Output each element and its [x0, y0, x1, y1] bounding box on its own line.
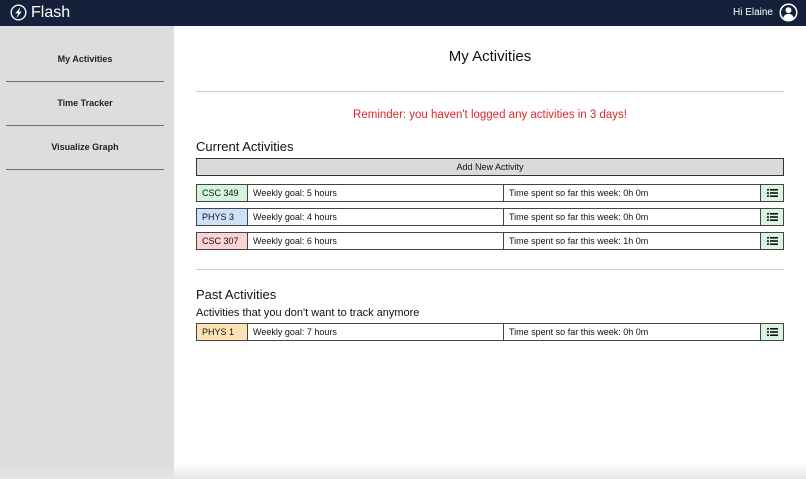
activity-menu-button[interactable]	[761, 185, 783, 201]
current-activities-title: Current Activities	[196, 139, 294, 154]
sidebar-item-visualize-graph[interactable]: Visualize Graph	[6, 126, 164, 170]
sidebar-item-label: My Activities	[57, 54, 113, 64]
activity-time-spent: Time spent so far this week: 0h 0m	[504, 185, 761, 201]
activity-goal: Weekly goal: 5 hours	[248, 185, 504, 201]
bottom-shadow	[0, 463, 806, 479]
top-navbar: Flash Hi Elaine	[0, 0, 806, 26]
past-activities-title: Past Activities	[196, 287, 277, 302]
reminder-message: Reminder: you haven't logged any activit…	[353, 109, 627, 121]
divider	[196, 91, 784, 92]
activity-time-spent: Time spent so far this week: 1h 0m	[504, 233, 761, 249]
activity-goal: Weekly goal: 4 hours	[248, 209, 504, 225]
sidebar-item-my-activities[interactable]: My Activities	[6, 38, 164, 82]
add-new-activity-button[interactable]: Add New Activity	[196, 158, 784, 176]
activity-menu-button[interactable]	[761, 324, 783, 340]
user-greeting: Hi Elaine	[732, 7, 773, 18]
page-title: My Activities	[448, 48, 532, 65]
sidebar-item-label: Visualize Graph	[51, 142, 119, 152]
list-icon	[767, 237, 778, 245]
activity-menu-button[interactable]	[761, 233, 783, 249]
sidebar-item-time-tracker[interactable]: Time Tracker	[6, 82, 164, 126]
activity-goal: Weekly goal: 6 hours	[248, 233, 504, 249]
past-activities-subtitle: Activities that you don't want to track …	[196, 307, 420, 319]
activity-time-spent: Time spent so far this week: 0h 0m	[504, 209, 761, 225]
app-brand[interactable]: Flash	[31, 3, 70, 23]
activity-name[interactable]: CSC 307	[197, 233, 248, 249]
main-content: My Activities Reminder: you haven't logg…	[174, 26, 806, 479]
activity-menu-button[interactable]	[761, 209, 783, 225]
activity-row: PHYS 1 Weekly goal: 7 hours Time spent s…	[196, 323, 784, 341]
sidebar: My Activities Time Tracker Visualize Gra…	[0, 26, 174, 479]
list-icon	[767, 213, 778, 221]
activity-name[interactable]: CSC 349	[197, 185, 248, 201]
activity-row: CSC 349 Weekly goal: 5 hours Time spent …	[196, 184, 784, 202]
activity-time-spent: Time spent so far this week: 0h 0m	[504, 324, 761, 340]
list-icon	[767, 189, 778, 197]
sidebar-item-label: Time Tracker	[57, 98, 113, 108]
list-icon	[767, 328, 778, 336]
lightning-bolt-icon[interactable]	[10, 4, 27, 21]
activity-goal: Weekly goal: 7 hours	[248, 324, 504, 340]
activity-row: PHYS 3 Weekly goal: 4 hours Time spent s…	[196, 208, 784, 226]
user-avatar-icon[interactable]	[779, 3, 798, 22]
activity-name[interactable]: PHYS 3	[197, 209, 248, 225]
divider	[196, 269, 784, 270]
activity-name[interactable]: PHYS 1	[197, 324, 248, 340]
activity-row: CSC 307 Weekly goal: 6 hours Time spent …	[196, 232, 784, 250]
